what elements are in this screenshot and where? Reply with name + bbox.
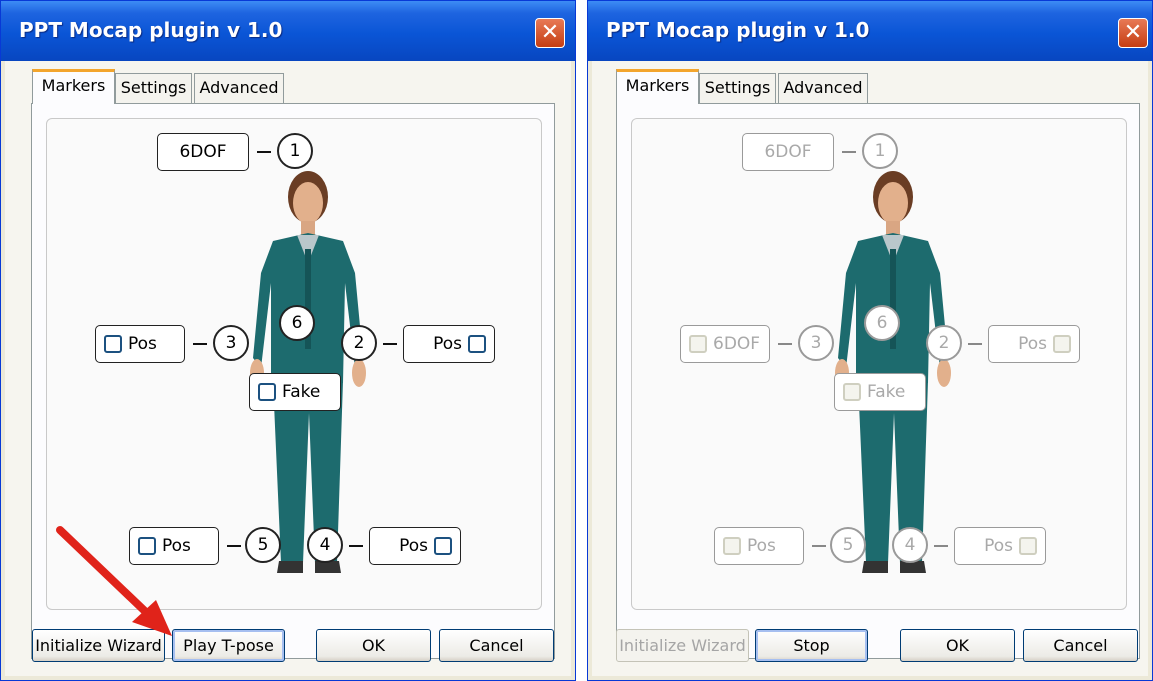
close-button[interactable]: ✕ [535,18,565,48]
marker-2: 2 [341,325,377,361]
head-marker-type: 6DOF [742,133,834,171]
marker-layout-panel: 6DOF 1 6DOF 3 6 2 Pos Fake Pos 5 4 Pos [631,118,1127,610]
right-arm-label: Pos [433,334,462,354]
marker-5: 5 [245,527,281,563]
marker-6: 6 [279,305,315,341]
fake-checkbox [843,383,861,401]
marker-3: 3 [798,325,834,361]
right-arm-label: Pos [1018,334,1047,354]
connector-line [778,343,792,345]
tab-markers[interactable]: Markers [616,69,699,104]
left-leg-checkbox [723,537,741,555]
tab-advanced[interactable]: Advanced [194,73,284,103]
fake-label: Fake [867,382,906,402]
marker-1: 1 [862,133,898,169]
right-leg-marker-type: Pos [954,527,1046,565]
cancel-button[interactable]: Cancel [439,629,554,662]
marker-1: 1 [277,133,313,169]
dialog-body: Markers Settings Advanced 6DOF 1 6DOF 3 … [592,61,1148,676]
right-leg-label: Pos [984,536,1013,556]
left-arm-checkbox [689,335,707,353]
connector-line [227,545,241,547]
right-leg-marker-type[interactable]: Pos [369,527,461,565]
tab-advanced[interactable]: Advanced [778,73,868,103]
connector-line [193,343,207,345]
right-arm-marker-type: Pos [988,325,1080,363]
head-marker-type[interactable]: 6DOF [157,133,249,171]
right-leg-label: Pos [399,536,428,556]
window-title: PPT Mocap plugin v 1.0 [606,18,870,42]
fake-marker-option[interactable]: Fake [249,373,341,411]
right-arm-checkbox[interactable] [468,335,486,353]
marker-4: 4 [307,527,343,563]
left-arm-label: Pos [128,334,157,354]
play-tpose-button[interactable]: Play T-pose [172,629,285,662]
marker-2: 2 [926,325,962,361]
right-arm-marker-type[interactable]: Pos [403,325,495,363]
right-arm-checkbox [1053,335,1071,353]
ok-button[interactable]: OK [900,629,1015,662]
head-marker-label: 6DOF [179,142,227,162]
left-leg-label: Pos [747,536,776,556]
left-arm-label: 6DOF [713,334,761,354]
title-bar[interactable]: PPT Mocap plugin v 1.0 ✕ [1,1,575,61]
left-arm-marker-type: 6DOF [680,325,770,363]
left-arm-checkbox[interactable] [104,335,122,353]
fake-marker-option: Fake [834,373,926,411]
close-button[interactable]: ✕ [1118,18,1148,48]
markers-tab-page: 6DOF 1 6DOF 3 6 2 Pos Fake Pos 5 4 Pos [616,103,1140,659]
connector-line [349,545,363,547]
connector-line [968,343,982,345]
connector-line [383,343,397,345]
tab-markers[interactable]: Markers [32,69,115,104]
fake-label: Fake [282,382,321,402]
marker-6: 6 [864,305,900,341]
marker-3: 3 [213,325,249,361]
stop-button[interactable]: Stop [755,629,868,662]
marker-4: 4 [892,527,928,563]
initialize-wizard-button: Initialize Wizard [616,629,749,662]
connector-line [257,151,271,153]
left-arm-marker-type[interactable]: Pos [95,325,185,363]
window-title: PPT Mocap plugin v 1.0 [19,18,283,42]
tab-settings[interactable]: Settings [115,73,192,103]
right-leg-checkbox [1019,537,1037,555]
connector-line [842,151,856,153]
connector-line [934,545,948,547]
red-arrow-annotation [56,526,172,636]
left-leg-marker-type: Pos [714,527,804,565]
right-leg-checkbox[interactable] [434,537,452,555]
mocap-dialog-right: PPT Mocap plugin v 1.0 ✕ Markers Setting… [587,0,1153,681]
ok-button[interactable]: OK [316,629,431,662]
title-bar[interactable]: PPT Mocap plugin v 1.0 ✕ [588,1,1152,61]
fake-checkbox[interactable] [258,383,276,401]
connector-line [812,545,826,547]
tab-settings[interactable]: Settings [699,73,776,103]
head-marker-label: 6DOF [764,142,812,162]
cancel-button[interactable]: Cancel [1023,629,1138,662]
marker-5: 5 [830,527,866,563]
